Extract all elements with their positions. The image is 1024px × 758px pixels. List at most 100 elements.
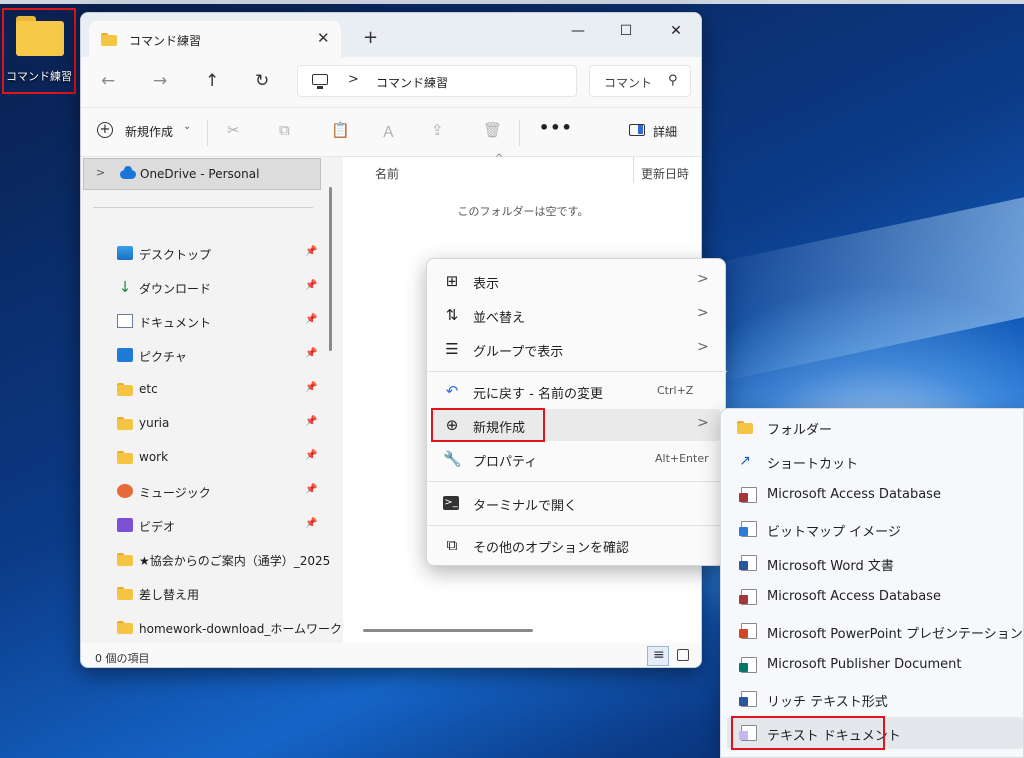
horizontal-scrollbar[interactable] — [363, 629, 533, 632]
rename-icon[interactable]: Ａ — [381, 121, 396, 142]
desktop-icon-label: コマンド練習 — [6, 70, 72, 83]
sidebar-item[interactable]: 差し替え用 — [115, 581, 327, 607]
pin-icon: 📌 — [305, 314, 318, 325]
submenu-item[interactable]: Microsoft Access Database — [727, 479, 1023, 511]
submenu-item[interactable]: ビットマップ イメージ — [727, 513, 1023, 545]
submenu-item[interactable]: ↗ ショートカット — [727, 445, 1023, 477]
document-icon — [117, 314, 133, 328]
sidebar-item[interactable]: ピクチャ 📌 — [115, 343, 327, 369]
address-path[interactable]: コマンド練習 — [376, 74, 448, 91]
desktop-folder-icon[interactable]: コマンド練習 — [2, 8, 76, 94]
more-options-button[interactable]: ••• — [539, 118, 573, 137]
folder-icon — [117, 621, 133, 634]
close-button[interactable]: ✕ — [661, 23, 691, 39]
red-highlight-box — [431, 408, 545, 442]
sidebar-item-label: ビデオ — [139, 520, 176, 534]
tab-close-button[interactable]: ✕ — [317, 29, 330, 47]
sidebar-item[interactable]: yuria 📌 — [115, 411, 327, 437]
nav-divider — [93, 207, 313, 208]
menu-item-new[interactable]: ⊕ 新規作成 > — [431, 408, 721, 442]
search-box[interactable]: コマント ⚲ — [589, 65, 691, 97]
sidebar-item-label: 差し替え用 — [139, 588, 200, 602]
powerpoint-icon — [739, 623, 757, 639]
menu-item-view[interactable]: ⊞ 表示 > — [433, 265, 721, 297]
publisher-icon — [739, 657, 757, 673]
cut-icon[interactable]: ✂ — [227, 121, 240, 139]
details-view-button[interactable] — [647, 646, 669, 666]
sidebar-item-onedrive[interactable]: > OneDrive - Personal — [83, 158, 321, 190]
address-bar[interactable]: > コマンド練習 — [297, 65, 577, 97]
sidebar-item[interactable]: ★協会からのご案内（通学）_2025 — [115, 547, 330, 573]
sidebar-item[interactable]: homework-download_ホームワーク — [115, 615, 342, 641]
menu-item-terminal[interactable]: >_ ターミナルで開く — [433, 487, 721, 519]
search-placeholder: コマント — [604, 76, 653, 90]
sidebar-item[interactable]: etc 📌 — [115, 377, 327, 403]
sidebar-item[interactable]: ↓ ダウンロード 📌 — [115, 275, 327, 301]
navigation-bar: ← → ↑ ↻ > コマンド練習 コマント ⚲ — [81, 57, 701, 107]
toolbar-divider — [207, 120, 208, 146]
share-icon[interactable]: ⇪ — [431, 121, 444, 139]
chevron-right-icon[interactable]: > — [96, 166, 105, 179]
pin-icon: 📌 — [305, 382, 318, 393]
refresh-button[interactable]: ↻ — [255, 71, 269, 91]
menu-item-group[interactable]: ☰ グループで表示 > — [433, 333, 721, 365]
maximize-button[interactable]: ☐ — [611, 23, 641, 39]
up-button[interactable]: ↑ — [205, 71, 219, 91]
rtf-icon — [739, 691, 757, 707]
menu-item-label: ターミナルで開く — [473, 499, 578, 514]
menu-shortcut: Alt+Enter — [655, 452, 709, 465]
sidebar-item[interactable]: ビデオ 📌 — [115, 513, 327, 539]
search-icon: ⚲ — [668, 73, 678, 88]
sidebar-item[interactable]: ドキュメント 📌 — [115, 309, 327, 335]
explorer-tab[interactable]: コマンド練習 ✕ — [89, 21, 341, 57]
access-icon — [739, 589, 757, 605]
pin-icon: 📌 — [305, 246, 318, 257]
submenu-item-label: Microsoft Publisher Document — [767, 657, 962, 672]
submenu-item[interactable]: リッチ テキスト形式 — [727, 683, 1023, 715]
delete-icon[interactable]: 🗑 — [483, 121, 502, 139]
menu-item-undo[interactable]: ↶ 元に戻す - 名前の変更 Ctrl+Z — [433, 375, 721, 407]
menu-item-more-options[interactable]: ⧉ その他のオプションを確認 — [433, 529, 721, 561]
submenu-item-label: Microsoft Access Database — [767, 589, 941, 604]
sidebar-item-label: ミュージック — [139, 486, 211, 500]
menu-item-sort[interactable]: ⇅ 並べ替え > — [433, 299, 721, 331]
column-header-date[interactable]: 更新日時 — [641, 165, 689, 182]
paste-icon[interactable]: 📋 — [331, 121, 350, 139]
sidebar-item[interactable]: work 📌 — [115, 445, 327, 471]
column-separator[interactable] — [633, 157, 634, 183]
submenu-item-label: フォルダー — [767, 423, 833, 438]
back-button[interactable]: ← — [101, 71, 115, 91]
toolbar-divider — [519, 120, 520, 146]
submenu-item-label: Microsoft Access Database — [767, 487, 941, 502]
top-edge — [0, 0, 1024, 4]
menu-item-label: 並べ替え — [473, 311, 526, 326]
new-button-label: 新規作成 — [125, 125, 174, 139]
submenu-item[interactable]: Microsoft Access Database — [727, 581, 1023, 613]
submenu-item[interactable]: テキスト ドキュメント — [727, 716, 1023, 750]
menu-item-label: その他のオプションを確認 — [473, 541, 630, 556]
desktop-icon — [117, 246, 133, 260]
minimize-button[interactable]: — — [563, 23, 593, 39]
pictures-icon — [117, 348, 133, 362]
submenu-item[interactable]: Microsoft PowerPoint プレゼンテーション — [727, 615, 1023, 647]
new-tab-button[interactable]: + — [363, 27, 378, 48]
sidebar-item[interactable]: デスクトップ 📌 — [115, 241, 327, 267]
submenu-item[interactable]: フォルダー — [727, 411, 1023, 443]
tiles-view-button[interactable] — [677, 649, 689, 661]
pin-icon: 📌 — [305, 518, 318, 529]
red-highlight-box — [731, 716, 885, 750]
menu-item-properties[interactable]: 🔧 プロパティ Alt+Enter — [433, 443, 721, 475]
submenu-item-label: Microsoft Word 文書 — [767, 559, 894, 574]
submenu-item[interactable]: Microsoft Publisher Document — [727, 649, 1023, 681]
empty-folder-message: このフォルダーは空です。 — [457, 205, 589, 218]
chevron-down-icon: ⌄ — [183, 121, 192, 132]
vertical-scrollbar[interactable] — [329, 187, 332, 351]
forward-button[interactable]: → — [153, 71, 167, 91]
copy-icon[interactable]: ⧉ — [279, 121, 290, 139]
sidebar-item-label: デスクトップ — [139, 248, 212, 262]
submenu-item[interactable]: Microsoft Word 文書 — [727, 547, 1023, 579]
sidebar-item-label: ダウンロード — [139, 282, 212, 296]
column-header-name[interactable]: 名前 — [375, 165, 399, 182]
sidebar-item[interactable]: ミュージック 📌 — [115, 479, 327, 505]
tab-title: コマンド練習 — [129, 34, 202, 48]
